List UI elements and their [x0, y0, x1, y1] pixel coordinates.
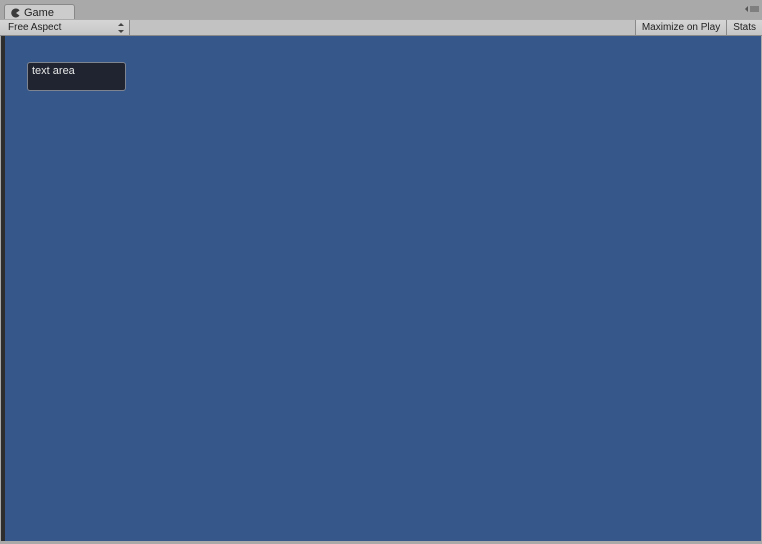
game-viewport: text area [5, 36, 761, 541]
text-area-input[interactable]: text area [27, 62, 126, 91]
toolbar-middle [130, 20, 635, 35]
toolbar: Free Aspect Maximize on Play Stats [0, 19, 762, 36]
tab-game[interactable]: Game [4, 4, 75, 19]
tab-label: Game [24, 7, 54, 19]
aspect-label: Free Aspect [8, 22, 61, 33]
maximize-on-play-button[interactable]: Maximize on Play [635, 20, 726, 35]
dropdown-arrows-icon [118, 23, 124, 33]
panel-menu-icon[interactable] [745, 6, 759, 12]
tab-bar: Game [0, 0, 762, 19]
stats-button[interactable]: Stats [726, 20, 762, 35]
aspect-dropdown[interactable]: Free Aspect [0, 20, 130, 35]
pacman-icon [11, 8, 21, 18]
maximize-label: Maximize on Play [642, 22, 720, 33]
viewport-wrapper: text area [1, 36, 761, 541]
stats-label: Stats [733, 22, 756, 33]
